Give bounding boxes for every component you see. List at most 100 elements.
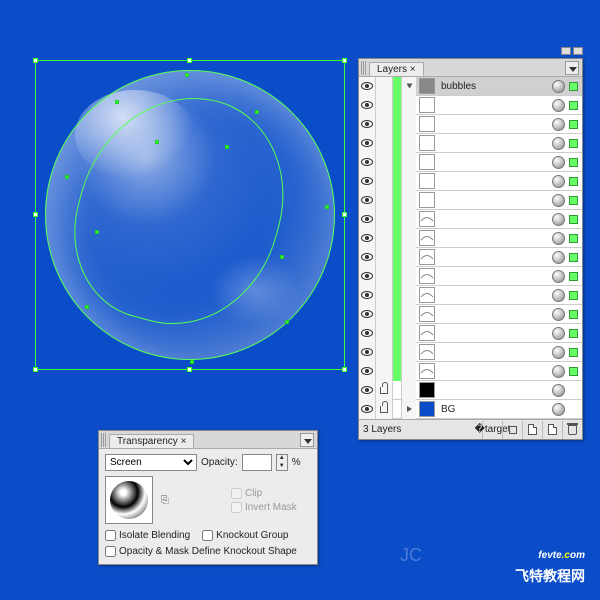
target-icon[interactable] bbox=[552, 118, 565, 131]
tab-close-icon[interactable]: × bbox=[181, 436, 187, 447]
transparency-thumbnail[interactable] bbox=[105, 476, 153, 524]
invert-mask-checkbox[interactable]: Invert Mask bbox=[231, 502, 297, 513]
tab-layers[interactable]: Layers × bbox=[369, 62, 424, 76]
isolate-blending-checkbox[interactable]: Isolate Blending bbox=[105, 530, 190, 541]
lock-toggle[interactable] bbox=[376, 229, 393, 248]
link-mask-icon[interactable]: ⎘ bbox=[159, 488, 171, 512]
layer-row-sublayer[interactable] bbox=[359, 343, 582, 362]
visibility-toggle[interactable] bbox=[359, 324, 376, 343]
visibility-toggle[interactable] bbox=[359, 305, 376, 324]
handle-se[interactable] bbox=[342, 367, 347, 372]
visibility-toggle[interactable] bbox=[359, 381, 376, 400]
visibility-toggle[interactable] bbox=[359, 77, 376, 96]
anchor-point[interactable] bbox=[225, 145, 229, 149]
lock-toggle[interactable] bbox=[376, 305, 393, 324]
layer-row-sublayer[interactable] bbox=[359, 381, 582, 400]
lock-toggle[interactable] bbox=[376, 191, 393, 210]
handle-s[interactable] bbox=[187, 367, 192, 372]
visibility-toggle[interactable] bbox=[359, 210, 376, 229]
blend-mode-select[interactable]: Screen bbox=[105, 454, 197, 471]
layer-row-sublayer[interactable] bbox=[359, 96, 582, 115]
minimize-icon[interactable] bbox=[561, 47, 571, 55]
lock-toggle[interactable] bbox=[376, 324, 393, 343]
target-icon[interactable] bbox=[552, 346, 565, 359]
visibility-toggle[interactable] bbox=[359, 229, 376, 248]
new-sublayer-button[interactable] bbox=[522, 421, 542, 439]
opacity-stepper[interactable]: ▲▼ bbox=[276, 454, 288, 471]
lock-toggle[interactable] bbox=[376, 96, 393, 115]
knockout-group-checkbox[interactable]: Knockout Group bbox=[202, 530, 288, 541]
visibility-toggle[interactable] bbox=[359, 96, 376, 115]
lock-toggle[interactable] bbox=[376, 77, 393, 96]
target-icon[interactable] bbox=[552, 384, 565, 397]
layer-name[interactable]: bubbles bbox=[438, 81, 552, 92]
anchor-point[interactable] bbox=[325, 205, 329, 209]
lock-toggle[interactable] bbox=[376, 343, 393, 362]
make-clip-button[interactable] bbox=[502, 421, 522, 439]
visibility-toggle[interactable] bbox=[359, 248, 376, 267]
mask-define-checkbox[interactable]: Opacity & Mask Define Knockout Shape bbox=[105, 546, 311, 557]
lock-toggle[interactable] bbox=[376, 248, 393, 267]
layer-row-sublayer[interactable] bbox=[359, 267, 582, 286]
opacity-input[interactable] bbox=[242, 454, 272, 471]
visibility-toggle[interactable] bbox=[359, 172, 376, 191]
layer-row-sublayer[interactable] bbox=[359, 172, 582, 191]
target-icon[interactable] bbox=[552, 308, 565, 321]
handle-n[interactable] bbox=[187, 58, 192, 63]
handle-w[interactable] bbox=[33, 212, 38, 217]
canvas-artboard[interactable] bbox=[25, 55, 345, 405]
layer-row-sublayer[interactable] bbox=[359, 153, 582, 172]
panel-menu-button[interactable] bbox=[300, 433, 314, 447]
handle-e[interactable] bbox=[342, 212, 347, 217]
target-icon[interactable] bbox=[552, 137, 565, 150]
anchor-point[interactable] bbox=[280, 255, 284, 259]
anchor-point[interactable] bbox=[255, 110, 259, 114]
target-icon[interactable] bbox=[552, 270, 565, 283]
disclosure-triangle[interactable] bbox=[402, 77, 416, 96]
anchor-point[interactable] bbox=[85, 305, 89, 309]
panel-grip-icon[interactable] bbox=[101, 433, 107, 447]
target-icon[interactable] bbox=[552, 251, 565, 264]
target-icon[interactable] bbox=[552, 99, 565, 112]
visibility-toggle[interactable] bbox=[359, 134, 376, 153]
layer-row-sublayer[interactable] bbox=[359, 191, 582, 210]
layer-row-sublayer[interactable] bbox=[359, 362, 582, 381]
lock-toggle[interactable] bbox=[376, 172, 393, 191]
panel-menu-button[interactable] bbox=[565, 61, 579, 75]
lock-toggle[interactable] bbox=[376, 400, 393, 419]
lock-toggle[interactable] bbox=[376, 153, 393, 172]
visibility-toggle[interactable] bbox=[359, 286, 376, 305]
delete-layer-button[interactable] bbox=[562, 421, 582, 439]
layer-row-sublayer[interactable] bbox=[359, 324, 582, 343]
layer-row-sublayer[interactable] bbox=[359, 115, 582, 134]
target-icon[interactable] bbox=[552, 289, 565, 302]
lock-toggle[interactable] bbox=[376, 362, 393, 381]
target-icon[interactable] bbox=[552, 232, 565, 245]
layer-row-top[interactable]: bubbles bbox=[359, 77, 582, 96]
target-icon[interactable] bbox=[552, 327, 565, 340]
visibility-toggle[interactable] bbox=[359, 343, 376, 362]
lock-toggle[interactable] bbox=[376, 115, 393, 134]
lock-toggle[interactable] bbox=[376, 381, 393, 400]
target-icon[interactable] bbox=[552, 156, 565, 169]
disclosure-triangle[interactable] bbox=[402, 400, 416, 419]
layer-row-sublayer[interactable] bbox=[359, 210, 582, 229]
layer-row-sublayer[interactable] bbox=[359, 134, 582, 153]
anchor-point[interactable] bbox=[115, 100, 119, 104]
close-icon[interactable] bbox=[573, 47, 583, 55]
mask-thumbnail-empty[interactable] bbox=[177, 476, 225, 524]
target-icon[interactable] bbox=[552, 213, 565, 226]
handle-ne[interactable] bbox=[342, 58, 347, 63]
tab-close-icon[interactable]: × bbox=[410, 64, 416, 75]
layer-row-sublayer[interactable] bbox=[359, 248, 582, 267]
tab-transparency[interactable]: Transparency × bbox=[109, 434, 194, 448]
layer-row-sublayer[interactable] bbox=[359, 286, 582, 305]
handle-sw[interactable] bbox=[33, 367, 38, 372]
anchor-point[interactable] bbox=[95, 230, 99, 234]
layer-row-sublayer[interactable] bbox=[359, 305, 582, 324]
clip-checkbox[interactable]: Clip bbox=[231, 488, 297, 499]
layer-name[interactable]: BG bbox=[438, 404, 552, 415]
target-icon[interactable] bbox=[552, 80, 565, 93]
lock-toggle[interactable] bbox=[376, 210, 393, 229]
lock-toggle[interactable] bbox=[376, 267, 393, 286]
